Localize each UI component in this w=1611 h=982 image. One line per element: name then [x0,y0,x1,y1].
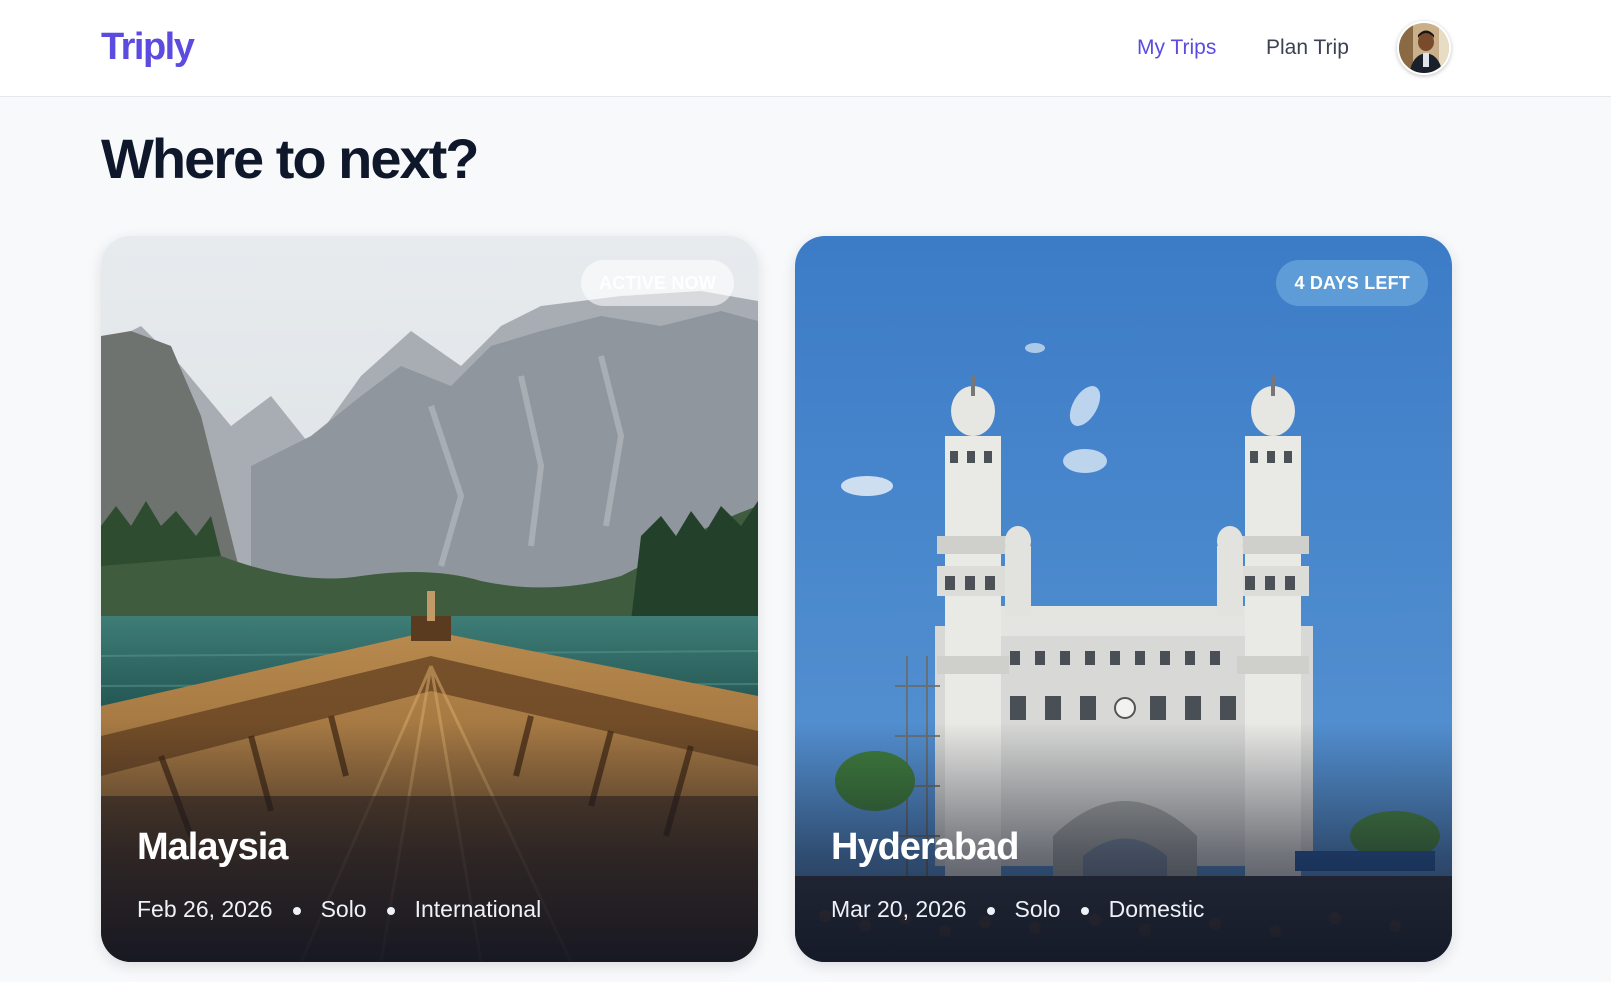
separator-dot-icon [386,906,395,915]
trip-countdown-badge: 4 DAYS LEFT [1276,260,1428,306]
trip-status-badge: ACTIVE NOW [581,260,734,306]
trip-card-hyderabad[interactable]: 4 DAYS LEFT Hyderabad Mar 20, 2026 Solo Do… [795,236,1452,962]
trip-scope: International [414,896,542,922]
nav-my-trips-link[interactable]: My Trips [1137,36,1216,60]
trip-card-malaysia[interactable]: ACTIVE NOW Malaysia Feb 26, 2026 Solo Inte… [101,236,758,962]
trip-destination: Hyderabad [831,826,1019,868]
separator-dot-icon [1080,906,1089,915]
trip-destination: Malaysia [137,826,288,868]
separator-dot-icon [292,906,301,915]
trip-party: Solo [1014,896,1061,922]
nav-plan-trip-link[interactable]: Plan Trip [1266,36,1349,60]
top-navbar: Triply My Trips Plan Trip [0,0,1611,97]
trip-date: Feb 26, 2026 [137,896,273,922]
separator-dot-icon [986,906,995,915]
trip-party: Solo [320,896,367,922]
trip-meta: Mar 20, 2026 Solo Domestic [831,896,1204,923]
user-avatar[interactable] [1397,21,1451,75]
app-logo[interactable]: Triply [101,26,195,69]
trip-meta: Feb 26, 2026 Solo International [137,896,541,923]
avatar-photo-icon [1399,23,1449,73]
trip-scope: Domestic [1108,896,1205,922]
trip-date: Mar 20, 2026 [831,896,967,922]
page-title: Where to next? [101,127,479,190]
